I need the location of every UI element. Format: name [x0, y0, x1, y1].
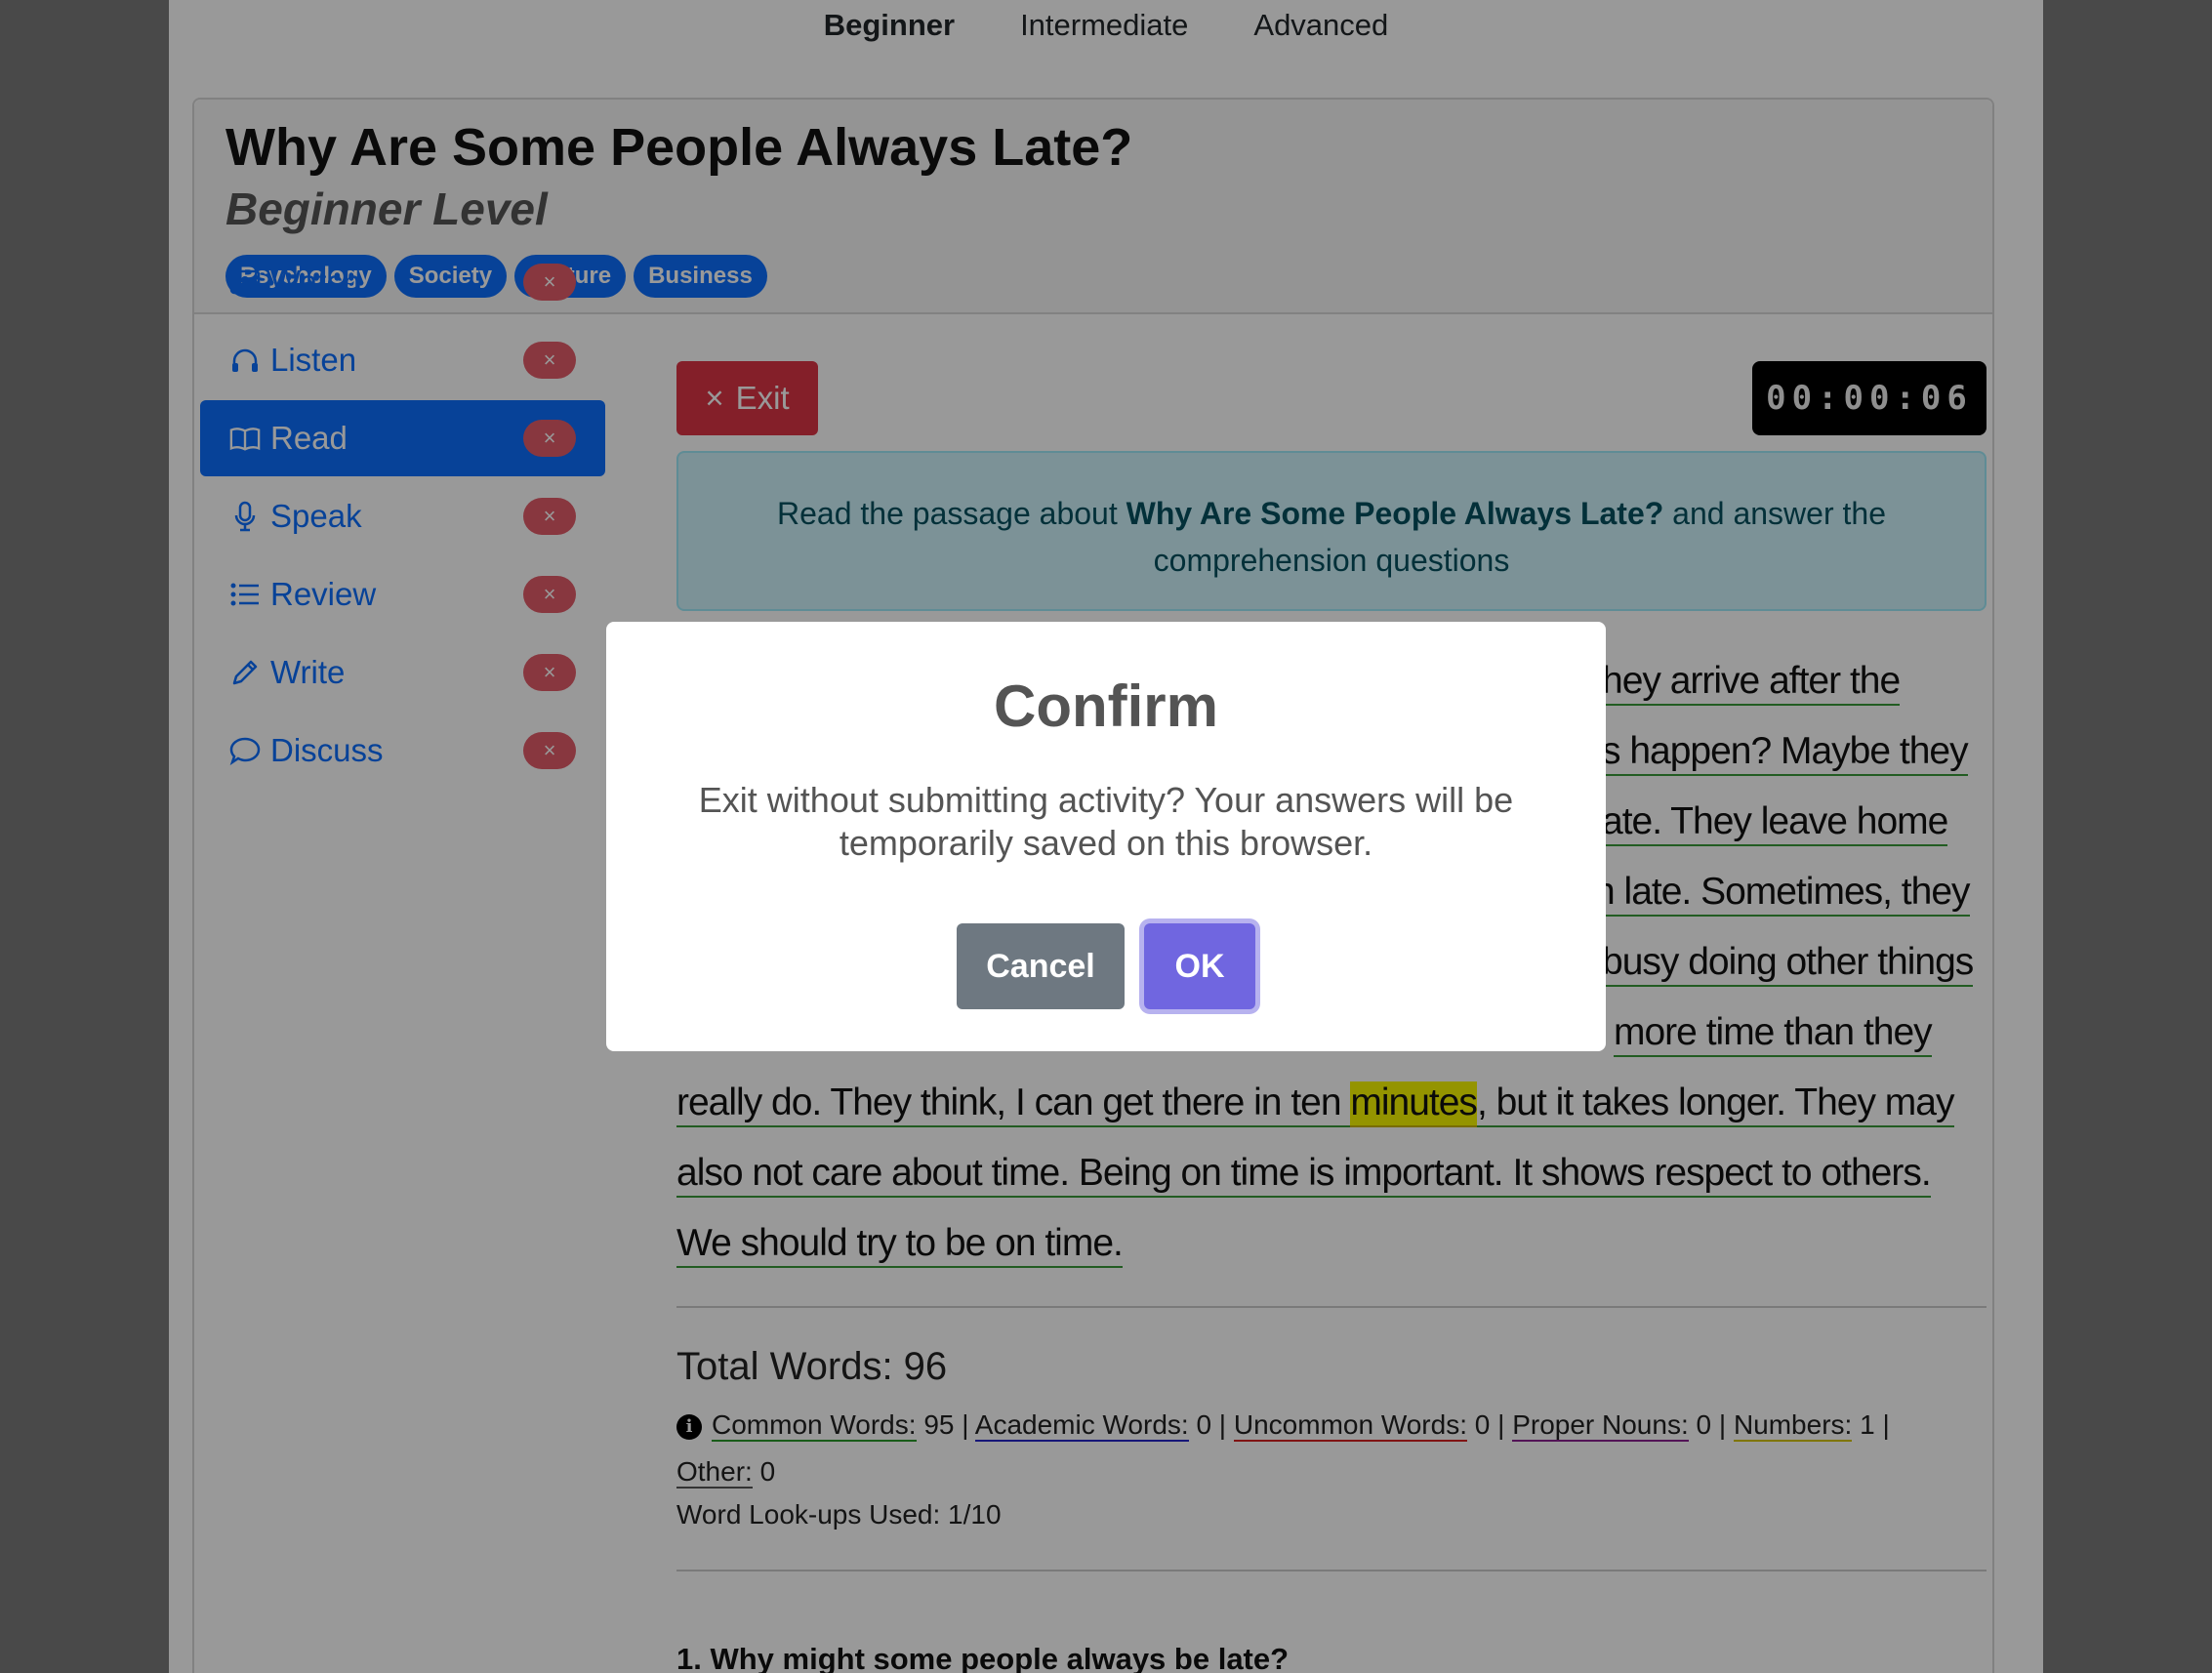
dialog-actions: Cancel OK	[606, 923, 1606, 1009]
confirm-dialog: Confirm Exit without submitting activity…	[606, 622, 1606, 1051]
dialog-title: Confirm	[994, 673, 1218, 739]
dialog-message: Exit without submitting activity? Your a…	[698, 780, 1514, 863]
cancel-button[interactable]: Cancel	[957, 923, 1125, 1009]
ok-button[interactable]: OK	[1144, 923, 1255, 1009]
